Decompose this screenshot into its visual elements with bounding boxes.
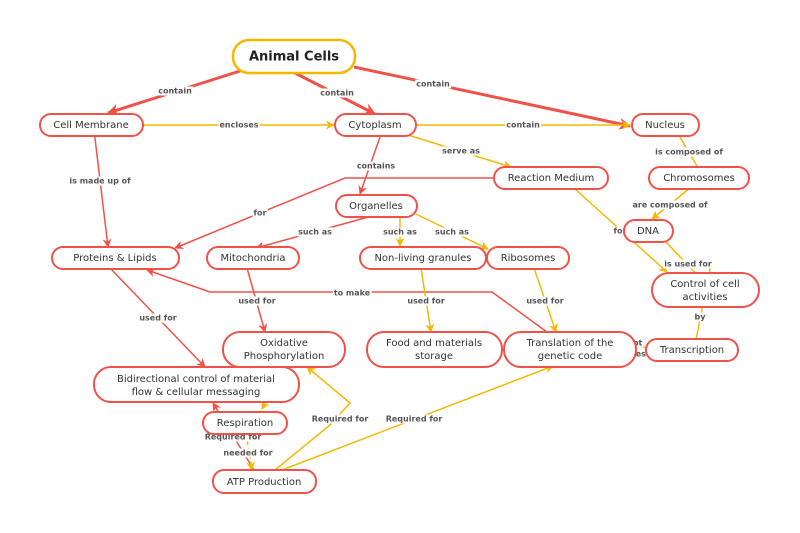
edge-label: by (695, 313, 707, 322)
node-organelles[interactable]: Organelles (335, 194, 418, 218)
node-reaction-medium[interactable]: Reaction Medium (493, 166, 609, 190)
edge-label: used for (139, 314, 176, 323)
node-non-living-granules[interactable]: Non-living granules (359, 246, 487, 270)
node-mitochondria[interactable]: Mitochondria (206, 246, 300, 270)
node-proteins-lipids[interactable]: Proteins & Lipids (51, 246, 180, 270)
edge-label: used for (238, 297, 275, 306)
node-label: Animal Cells (249, 50, 339, 65)
edge-label: is made up of (69, 177, 131, 186)
node-label: Food and materials (386, 338, 482, 349)
edge-label: is used for (664, 260, 712, 269)
node-animal-cells[interactable]: Animal Cells (231, 38, 357, 75)
node-label: genetic code (538, 351, 602, 362)
edge-label: is composed of (655, 148, 723, 157)
node-bidirectional-control[interactable]: Bidirectional control of material flow &… (93, 366, 300, 403)
edge-label: contain (320, 89, 354, 98)
node-label: Cytoplasm (348, 120, 401, 131)
node-translation-genetic-code[interactable]: Translation of the genetic code (503, 331, 637, 368)
node-ribosomes[interactable]: Ribosomes (486, 246, 570, 270)
node-label: Phosphorylation (244, 351, 325, 362)
node-label: Ribosomes (501, 253, 556, 264)
node-label: Control of cell (670, 279, 739, 290)
node-label: Bidirectional control of material (117, 374, 275, 385)
node-cytoplasm[interactable]: Cytoplasm (334, 113, 417, 137)
edge-label: such as (298, 228, 332, 237)
node-dna[interactable]: DNA (623, 219, 674, 243)
node-label: Non-living granules (374, 253, 471, 264)
edge-label: needed for (223, 449, 272, 458)
node-label: ATP Production (227, 477, 302, 488)
node-label: Nucleus (645, 120, 685, 131)
node-label: Chromosomes (663, 173, 735, 184)
node-chromosomes[interactable]: Chromosomes (648, 166, 750, 190)
edge-label: Required for (386, 415, 443, 424)
edge-label: contains (357, 162, 396, 171)
node-label: Proteins & Lipids (73, 253, 156, 264)
node-cell-membrane[interactable]: Cell Membrane (39, 113, 144, 137)
node-respiration[interactable]: Respiration (202, 411, 288, 435)
node-label: Translation of the (526, 338, 614, 349)
node-label: Transcription (659, 345, 724, 356)
edge-label: encloses (219, 121, 258, 130)
edge-label: such as (435, 228, 469, 237)
edge-label: used for (407, 297, 444, 306)
edge-translation-to-proteins-lipids[interactable] (146, 268, 548, 333)
edge-label: such as (383, 228, 417, 237)
node-label: DNA (637, 226, 659, 237)
edge-label: serve as (442, 147, 480, 156)
node-label: Mitochondria (220, 253, 285, 264)
node-food-materials-storage[interactable]: Food and materials storage (366, 331, 503, 368)
node-label: Oxidative (260, 338, 308, 349)
edge-label: used for (526, 297, 563, 306)
edge-label: for (254, 209, 267, 218)
edge-label: contain (416, 80, 450, 89)
node-nucleus[interactable]: Nucleus (631, 113, 700, 137)
node-atp-production[interactable]: ATP Production (212, 469, 317, 494)
edge-label: are composed of (632, 201, 708, 210)
node-label: Reaction Medium (508, 173, 595, 184)
node-control-cell-activities[interactable]: Control of cell activities (651, 272, 760, 308)
node-label: flow & cellular messaging (132, 387, 261, 398)
node-label: Respiration (217, 418, 273, 429)
edge-reaction-medium-to-proteins-lipids[interactable] (174, 177, 494, 250)
node-label: activities (682, 292, 727, 303)
edge-label: to make (334, 289, 371, 298)
node-label: Cell Membrane (53, 120, 128, 131)
node-transcription[interactable]: Transcription (645, 338, 739, 362)
node-oxidative-phosphorylation[interactable]: Oxidative Phosphorylation (222, 331, 346, 368)
node-label: Organelles (349, 201, 403, 212)
node-label: storage (415, 351, 453, 362)
edge-label: Required for (312, 415, 369, 424)
edge-label: contain (506, 121, 540, 130)
edge-label: contain (158, 87, 192, 96)
concept-map: contain contain contain encloses contain… (39, 38, 760, 494)
